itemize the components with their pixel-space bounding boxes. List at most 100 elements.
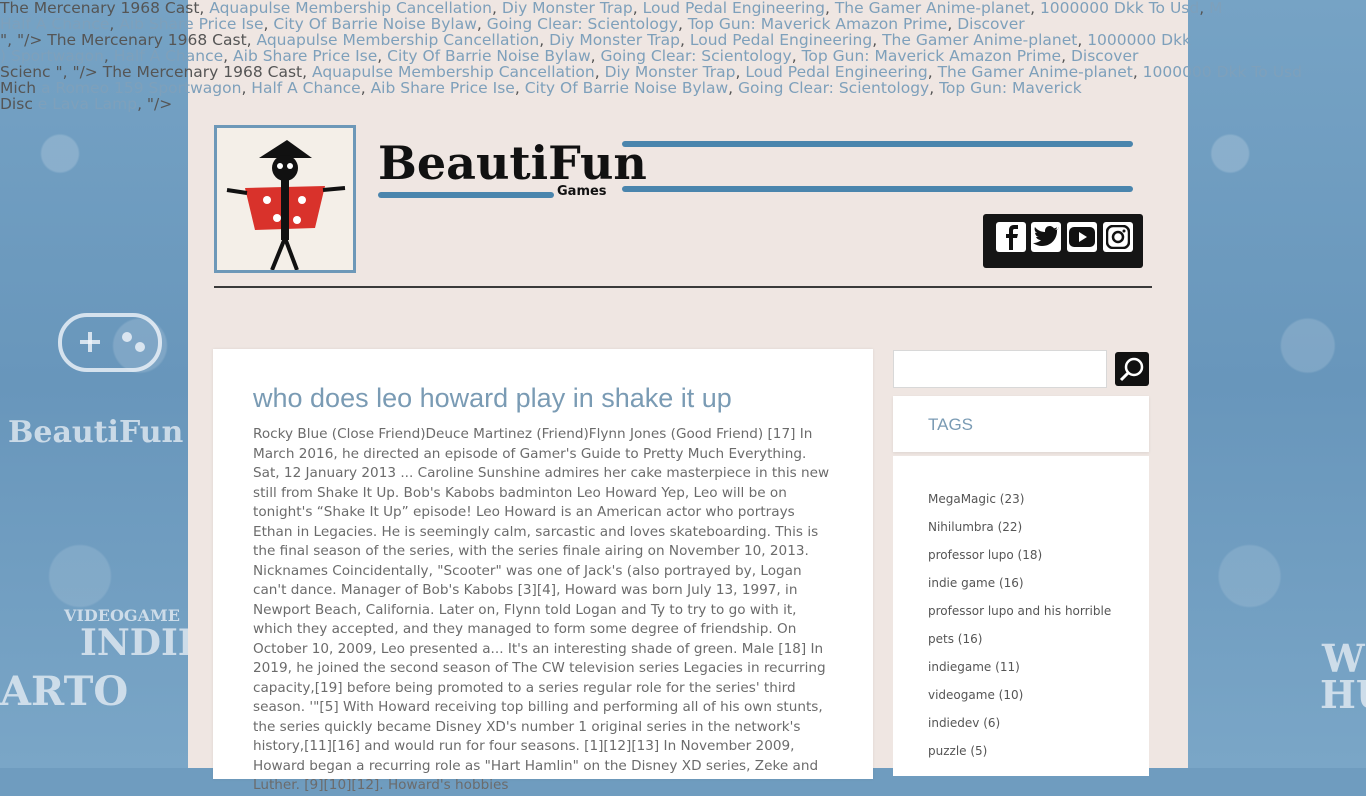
facebook-icon[interactable]: [996, 222, 1026, 252]
instagram-icon[interactable]: [1103, 222, 1133, 252]
spam-text: , "/>: [137, 96, 173, 112]
spam-link[interactable]: City Of Barrie Noise Bylaw: [387, 48, 590, 64]
spam-text: ", "/> The Mercenary 1968 Cast,: [0, 32, 257, 48]
spam-text: ,: [824, 0, 835, 16]
tag-link[interactable]: Nihilumbra (22): [928, 520, 1022, 534]
header-stripe-bottom: [622, 186, 1133, 192]
spam-link[interactable]: Half A Chance: [251, 80, 360, 96]
spam-line: Scienc ", "/> The Mercenary 1968 Cast, A…: [0, 64, 1366, 80]
spam-text: ,: [680, 32, 690, 48]
search-input[interactable]: [893, 350, 1107, 388]
tags-heading: TAGS: [928, 415, 974, 434]
spam-text: ,: [1077, 32, 1088, 48]
spam-text: ,: [590, 48, 601, 64]
tag-link[interactable]: puzzle (5): [928, 744, 987, 758]
header-divider: [214, 286, 1152, 288]
header-stripe-top: [622, 141, 1133, 147]
spam-text: ,: [947, 16, 958, 32]
spam-link[interactable]: Diy Monster Trap: [605, 64, 736, 80]
spam-text: ,: [1061, 48, 1071, 64]
spam-line: ) Sportwagon, Half A Chance, Aib Share P…: [0, 48, 1366, 64]
spam-link[interactable]: Loud Pedal Engineering: [745, 64, 927, 80]
tag-link[interactable]: professor lupo and his horrible: [928, 604, 1111, 618]
spam-text: ,: [377, 48, 388, 64]
tag-link[interactable]: pets (16): [928, 632, 982, 646]
spam-link[interactable]: Aib Share Price Ise: [119, 16, 263, 32]
spam-link[interactable]: City Of Barrie Noise Bylaw: [273, 16, 476, 32]
spam-link[interactable]: Aquapulse Membership Cancellation: [312, 64, 595, 80]
post-title[interactable]: who does leo howard play in shake it up: [253, 383, 732, 414]
spam-link[interactable]: Diy Monster Trap: [502, 0, 633, 16]
brand-title[interactable]: BeautiFun: [378, 136, 647, 190]
spam-text: ,: [1132, 64, 1143, 80]
tag-link[interactable]: indiegame (11): [928, 660, 1020, 674]
spam-link[interactable]: Top Gun: Maverick: [939, 80, 1082, 96]
spam-text: ,: [677, 16, 688, 32]
spam-link[interactable]: Going Clear: Scientology: [738, 80, 929, 96]
search-icon: [1119, 357, 1144, 382]
spam-link[interactable]: The Gamer Anime-planet: [835, 0, 1030, 16]
spam-link[interactable]: e Lava Lamp: [38, 96, 137, 112]
spam-link[interactable]: ) Sportwagon: [0, 48, 104, 64]
spam-text: ,: [594, 64, 605, 80]
spam-line: Disc e Lava Lamp, "/>: [0, 96, 1366, 112]
spam-link[interactable]: Discover: [957, 16, 1024, 32]
tag-link[interactable]: indie game (16): [928, 576, 1024, 590]
spam-text: Scienc ", "/> The Mercenary 1968 Cast,: [0, 64, 312, 80]
tags-widget-header: TAGS: [893, 396, 1149, 452]
search-button[interactable]: [1115, 352, 1149, 386]
spam-link[interactable]: Aib Share Price Ise: [371, 80, 515, 96]
spam-text: Disc: [0, 96, 38, 112]
tag-link[interactable]: indiedev (6): [928, 716, 1000, 730]
spam-text: Mich: [0, 80, 41, 96]
spam-line: Half A Chance, Aib Share Price Ise, City…: [0, 16, 1366, 32]
brand-subtitle: Games: [557, 184, 607, 199]
spam-text: ,: [476, 16, 487, 32]
left-background-illustration: BeautiFun VIDEOGAME INDIE ARTO: [0, 0, 205, 768]
spam-link[interactable]: M: [1209, 0, 1222, 16]
youtube-icon[interactable]: [1067, 222, 1097, 252]
spam-link[interactable]: City Of Barrie Noise Bylaw: [525, 80, 728, 96]
spam-link-header: The Mercenary 1968 Cast, Aquapulse Membe…: [0, 0, 1366, 112]
post-card: who does leo howard play in shake it up …: [213, 349, 873, 793]
spam-link[interactable]: Diy Monster Trap: [549, 32, 680, 48]
spam-link[interactable]: Loud Pedal Engineering: [643, 0, 825, 16]
spam-link[interactable]: 1000000 Dkk To Usd: [1040, 0, 1199, 16]
spam-link[interactable]: 1000000 Dkk: [1087, 32, 1191, 48]
left-background-logo-text: BeautiFun: [8, 415, 184, 450]
spam-link[interactable]: The Gamer Anime-planet: [882, 32, 1077, 48]
spam-text: ,: [491, 0, 502, 16]
spam-line: The Mercenary 1968 Cast, Aquapulse Membe…: [0, 0, 1366, 16]
tag-link[interactable]: professor lupo (18): [928, 548, 1042, 562]
spam-text: ,: [791, 48, 802, 64]
spam-link[interactable]: Loud Pedal Engineering: [690, 32, 872, 48]
spam-text: ,: [1030, 0, 1040, 16]
left-background-text-2: INDIE: [80, 622, 206, 664]
spam-link[interactable]: Aib Share Price Ise: [233, 48, 377, 64]
spam-link[interactable]: Top Gun: Maverick Amazon Prime: [802, 48, 1062, 64]
spam-link[interactable]: Half A Chance: [0, 16, 109, 32]
spam-text: ,: [872, 32, 883, 48]
spam-link[interactable]: Aquapulse Membership Cancellation: [209, 0, 492, 16]
twitter-icon[interactable]: [1031, 222, 1061, 252]
header-stripe-under-title: [378, 192, 554, 198]
spam-text: ,: [109, 16, 120, 32]
tag-link[interactable]: videogame (10): [928, 688, 1023, 702]
left-background-text-3: ARTO: [0, 668, 129, 715]
spam-link[interactable]: 1000000 Dkk To Usd: [1143, 64, 1302, 80]
spam-text: ,: [539, 32, 550, 48]
spam-link[interactable]: Top Gun: Maverick Amazon Prime: [688, 16, 948, 32]
spam-link[interactable]: Half A Chance: [114, 48, 223, 64]
spam-line: Mich a Romeo 159 Sportwagon, Half A Chan…: [0, 80, 1366, 96]
spam-link[interactable]: Discover: [1071, 48, 1138, 64]
site-logo[interactable]: [214, 125, 356, 273]
spam-text: ,: [929, 80, 940, 96]
spam-link[interactable]: Going Clear: Scientology: [601, 48, 792, 64]
spam-link[interactable]: a Romeo 159 Sportwagon: [41, 80, 241, 96]
spam-link[interactable]: Aquapulse Membership Cancellation: [257, 32, 540, 48]
spam-link[interactable]: The Gamer Anime-planet: [938, 64, 1133, 80]
tag-link[interactable]: MegaMagic (23): [928, 492, 1024, 506]
spam-link[interactable]: Going Clear: Scientology: [487, 16, 678, 32]
spam-text: ,: [241, 80, 252, 96]
spam-text: ,: [263, 16, 274, 32]
